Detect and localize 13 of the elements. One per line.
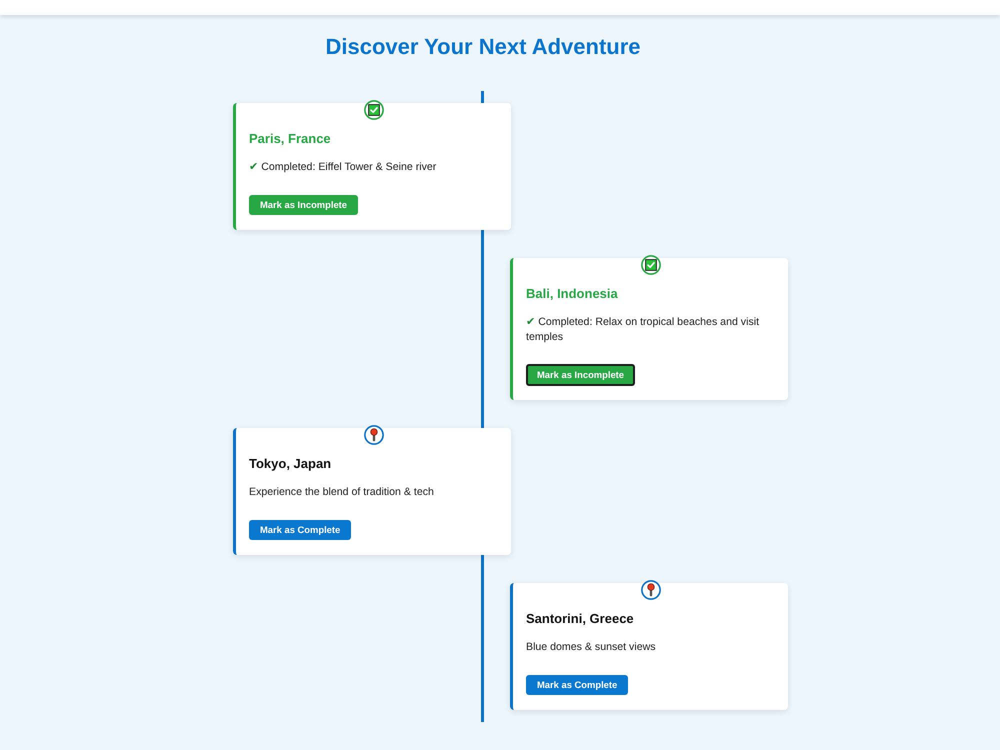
- destination-note: ✔ Completed: Relax on tropical beaches and visit temples: [526, 315, 760, 345]
- destination-title: Tokyo, Japan: [249, 456, 332, 472]
- destination-note: ✔ Completed: Eiffel Tower & Seine river: [249, 160, 438, 175]
- page-title: Discover Your Next Adventure: [324, 34, 642, 60]
- destination-title: Santorini, Greece: [526, 611, 635, 627]
- destination-title: Paris, France: [249, 131, 332, 147]
- mark-complete-button[interactable]: Mark as Complete: [249, 520, 352, 540]
- mark-complete-button[interactable]: Mark as Complete: [526, 674, 628, 695]
- destination-note: Blue domes & sunset views: [526, 640, 657, 655]
- mark-incomplete-button[interactable]: Mark as Incomplete: [526, 364, 636, 386]
- destination-note: Experience the blend of tradition & tech: [249, 485, 435, 500]
- mark-incomplete-button[interactable]: Mark as Incomplete: [249, 194, 358, 215]
- destination-title: Bali, Indonesia: [526, 286, 619, 302]
